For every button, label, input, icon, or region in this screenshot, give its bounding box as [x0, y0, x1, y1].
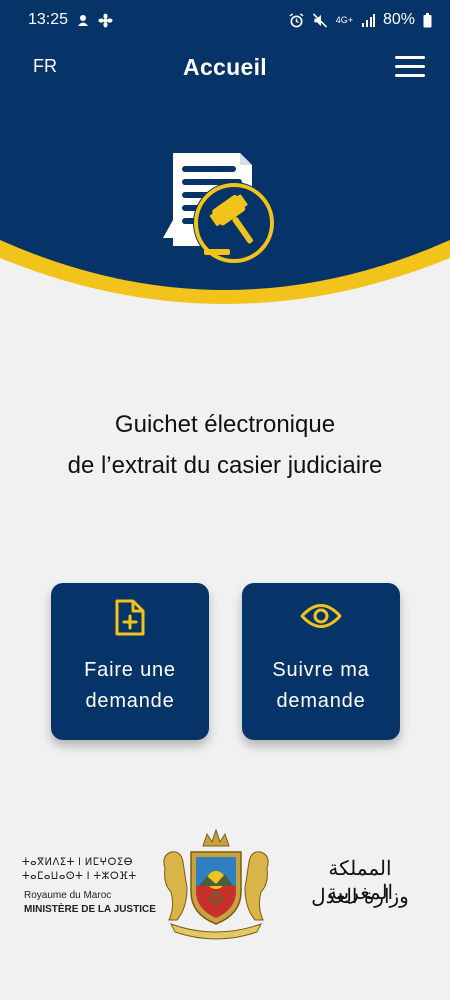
footer-branding: ⵜⴰⴳⵍⴷⵉⵜ ⵏ ⵍⵎⵖⵔⵉⴱ ⵜⴰⵎⴰⵡⴰⵙⵜ ⵏ ⵜⵣⵔⴼⵜ Royaum…: [0, 820, 450, 950]
mute-icon: [312, 12, 327, 28]
headline-line-1: Guichet électronique: [114, 411, 336, 438]
judicial-document-icon: [163, 153, 275, 264]
headline-line-2: de l’extrait du casier judiciaire: [67, 452, 383, 479]
status-time: 13:25: [28, 11, 69, 28]
file-plus-icon: [115, 599, 145, 636]
alarm-icon: [289, 12, 304, 27]
network-type: 4G+: [335, 15, 353, 25]
page-title: Accueil: [183, 54, 267, 80]
kingdom-name: Royaume du Maroc: [24, 890, 112, 901]
track-request-label-2: demande: [276, 690, 366, 712]
battery-percentage: 80%: [382, 11, 415, 28]
fan-icon: [98, 12, 113, 28]
hamburger-menu-icon[interactable]: [393, 52, 427, 80]
ministry-name: MINISTÈRE DE LA JUSTICE: [24, 904, 156, 915]
service-headline: Guichet électronique de l’extrait du cas…: [0, 404, 450, 486]
signal-icon: [361, 14, 375, 27]
tifinagh-ministry-name: ⵜⴰⴳⵍⴷⵉⵜ ⵏ ⵍⵎⵖⵔⵉⴱ ⵜⴰⵎⴰⵡⴰⵙⵜ ⵏ ⵜⵣⵔⴼⵜ: [22, 857, 137, 882]
arabic-ministry-name: وزارة العدل: [311, 884, 409, 908]
make-request-label-2: demande: [85, 690, 175, 712]
status-bar: 13:25 4G+ 80%: [0, 0, 450, 40]
battery-icon: [423, 12, 432, 27]
make-request-label-1: Faire une: [84, 659, 176, 681]
track-request-button[interactable]: Suivre ma demande: [242, 583, 400, 740]
notification-icon: [78, 15, 89, 26]
eye-icon: [300, 604, 342, 628]
app-bar: FR Accueil: [0, 46, 450, 90]
coat-of-arms-logo: [163, 828, 269, 940]
make-request-button[interactable]: Faire une demande: [51, 583, 209, 740]
track-request-label-1: Suivre ma: [272, 659, 370, 681]
